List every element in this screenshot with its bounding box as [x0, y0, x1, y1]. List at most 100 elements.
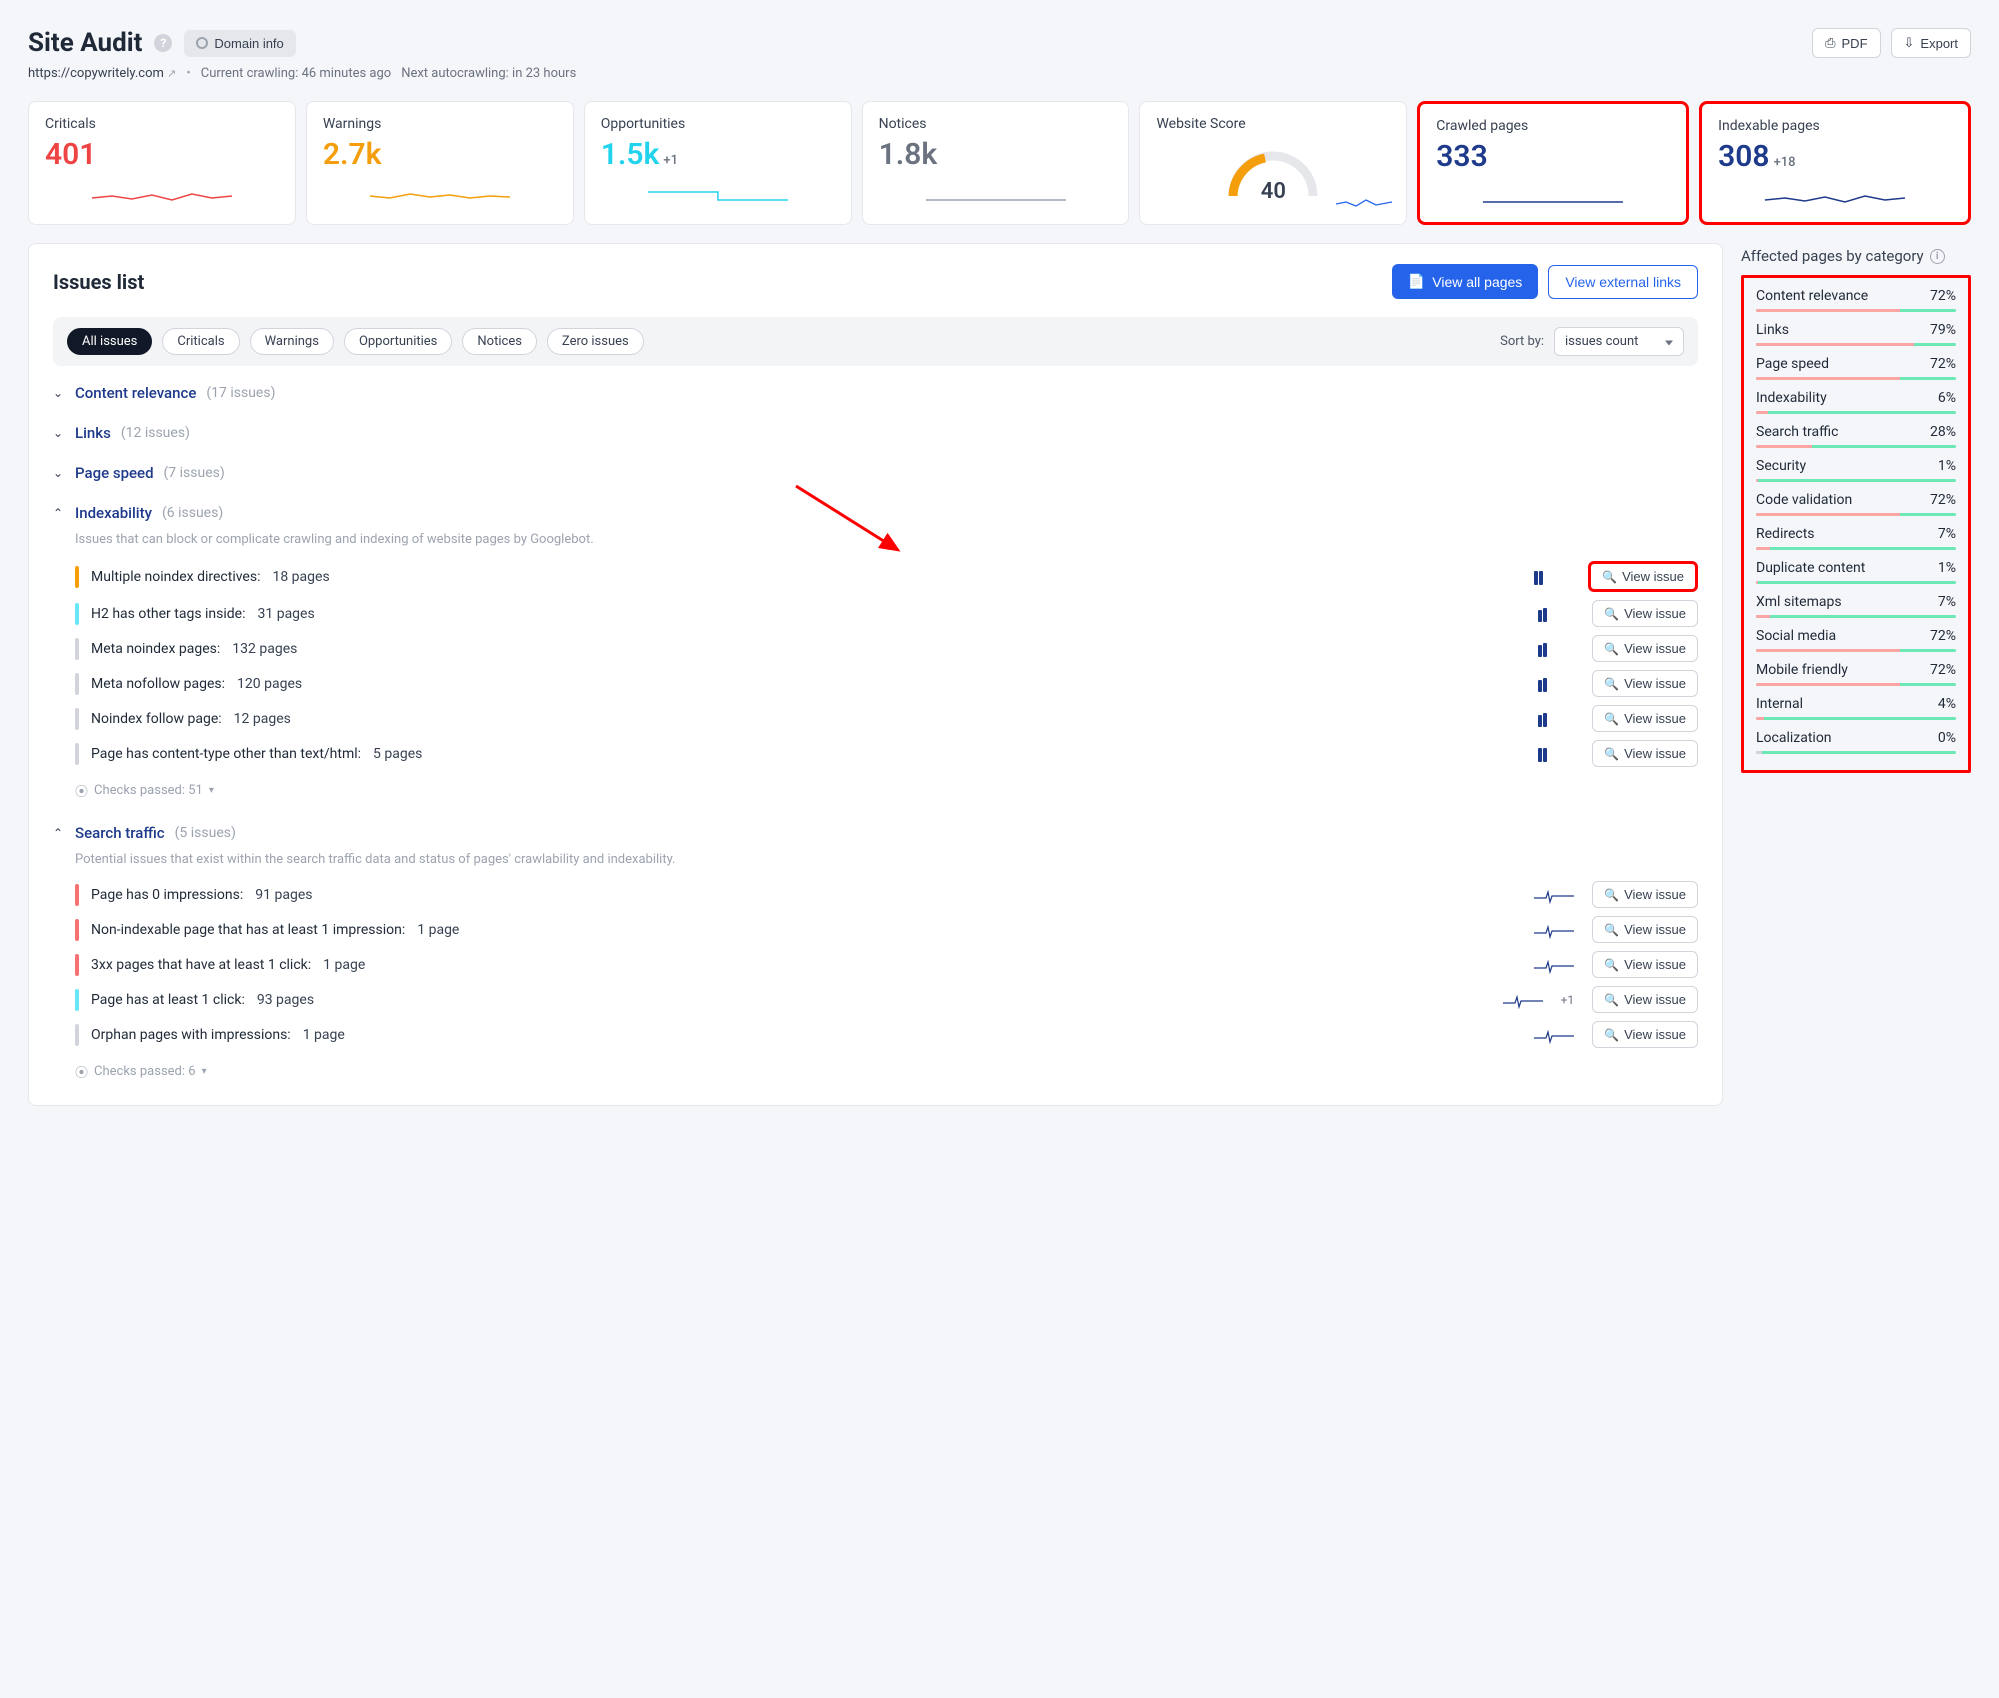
- category-bar: [1756, 581, 1956, 584]
- search-icon: 🔍: [1604, 923, 1619, 937]
- filter-zero-issues[interactable]: Zero issues: [547, 328, 644, 355]
- metric-opportunities[interactable]: Opportunities1.5k+1: [584, 101, 852, 225]
- mini-sparkline: [1534, 921, 1574, 939]
- category-bar: [1756, 513, 1956, 516]
- filter-warnings[interactable]: Warnings: [250, 328, 334, 355]
- category-links[interactable]: Links79%: [1756, 322, 1956, 346]
- issue-pages: 1 page: [417, 922, 459, 938]
- filter-criticals[interactable]: Criticals: [162, 328, 239, 355]
- category-percent: 7%: [1938, 526, 1956, 542]
- category-mobile-friendly[interactable]: Mobile friendly72%: [1756, 662, 1956, 686]
- score-sparkline: [1336, 190, 1392, 212]
- category-social-media[interactable]: Social media72%: [1756, 628, 1956, 652]
- search-icon: 🔍: [1602, 570, 1617, 584]
- category-name: Search traffic: [1756, 424, 1838, 440]
- chevron-down-icon: ▾: [202, 1066, 207, 1077]
- category-xml-sitemaps[interactable]: Xml sitemaps7%: [1756, 594, 1956, 618]
- issue-name: Meta noindex pages:: [91, 641, 220, 657]
- pdf-export-button[interactable]: ⎙ PDF: [1812, 28, 1880, 58]
- issue-pages: 1 page: [303, 1027, 345, 1043]
- filter-notices[interactable]: Notices: [462, 328, 537, 355]
- view-issue-button[interactable]: 🔍 View issue: [1592, 740, 1698, 767]
- search-icon: 🔍: [1604, 888, 1619, 902]
- chevron-icon: ⌃: [53, 826, 65, 840]
- metric-label: Crawled pages: [1436, 118, 1670, 134]
- view-issue-button[interactable]: 🔍 View issue: [1592, 705, 1698, 732]
- severity-indicator: [75, 954, 79, 976]
- category-bar: [1756, 411, 1956, 414]
- checks-passed[interactable]: ⦿ Checks passed: 6 ▾: [29, 1052, 1722, 1087]
- metric-label: Warnings: [323, 116, 557, 132]
- check-icon: ⦿: [75, 781, 88, 800]
- metric-label: Criticals: [45, 116, 279, 132]
- metric-indexable[interactable]: Indexable pages308+18: [1699, 101, 1971, 225]
- category-name: Internal: [1756, 696, 1803, 712]
- mini-bar-chart: [1538, 711, 1572, 727]
- section-search-traffic[interactable]: ⌃ Search traffic (5 issues): [29, 806, 1722, 846]
- category-duplicate-content[interactable]: Duplicate content1%: [1756, 560, 1956, 584]
- category-percent: 4%: [1938, 696, 1956, 712]
- category-internal[interactable]: Internal 4%: [1756, 696, 1956, 720]
- filter-all-issues[interactable]: All issues: [67, 328, 152, 355]
- section-count: (5 issues): [175, 825, 236, 841]
- view-issue-button[interactable]: 🔍 View issue: [1592, 881, 1698, 908]
- category-code-validation[interactable]: Code validation72%: [1756, 492, 1956, 516]
- domain-info-button[interactable]: Domain info: [184, 30, 295, 57]
- metric-warnings[interactable]: Warnings2.7k: [306, 101, 574, 225]
- chevron-icon: ⌄: [53, 426, 65, 440]
- export-button[interactable]: ⇩ Export: [1891, 28, 1971, 58]
- checks-passed[interactable]: ⦿ Checks passed: 51 ▾: [29, 771, 1722, 806]
- issue-pages: 5 pages: [373, 746, 422, 762]
- issue-row: Page has at least 1 click: 93 pages +1 🔍…: [29, 982, 1722, 1017]
- sort-select[interactable]: issues count: [1554, 327, 1684, 356]
- category-search-traffic[interactable]: Search traffic 28%: [1756, 424, 1956, 448]
- category-redirects[interactable]: Redirects7%: [1756, 526, 1956, 550]
- issue-name: Page has 0 impressions:: [91, 887, 243, 903]
- severity-indicator: [75, 989, 79, 1011]
- category-indexability[interactable]: Indexability6%: [1756, 390, 1956, 414]
- chevron-icon: ⌄: [53, 466, 65, 480]
- metric-label: Indexable pages: [1718, 118, 1952, 134]
- category-security[interactable]: Security1%: [1756, 458, 1956, 482]
- section-indexability[interactable]: ⌃ Indexability (6 issues): [29, 486, 1722, 526]
- view-issue-button[interactable]: 🔍 View issue: [1592, 986, 1698, 1013]
- view-issue-button[interactable]: 🔍 View issue: [1592, 670, 1698, 697]
- issue-pages: 91 pages: [255, 887, 312, 903]
- issue-row: Page has 0 impressions: 91 pages 🔍 View …: [29, 877, 1722, 912]
- category-localization[interactable]: Localization0%: [1756, 730, 1956, 754]
- category-percent: 1%: [1938, 458, 1956, 474]
- issue-row: H2 has other tags inside: 31 pages 🔍 Vie…: [29, 596, 1722, 631]
- metric-value: 401: [45, 137, 96, 172]
- metric-website_score[interactable]: Website Score 40: [1139, 101, 1407, 225]
- metric-criticals[interactable]: Criticals 401: [28, 101, 296, 225]
- site-url-link[interactable]: https://copywritely.com ↗: [28, 66, 176, 81]
- section-links[interactable]: ⌄ Links (12 issues): [29, 406, 1722, 446]
- section-content-relevance[interactable]: ⌄ Content relevance (17 issues): [29, 366, 1722, 406]
- check-icon: ⦿: [75, 1062, 88, 1081]
- view-issue-button[interactable]: 🔍 View issue: [1592, 951, 1698, 978]
- view-external-links-button[interactable]: View external links: [1548, 265, 1698, 299]
- issue-name: Meta nofollow pages:: [91, 676, 225, 692]
- category-name: Mobile friendly: [1756, 662, 1848, 678]
- view-all-pages-button[interactable]: 📄 View all pages: [1392, 264, 1538, 299]
- mini-sparkline: [1503, 991, 1543, 1009]
- view-issue-button[interactable]: 🔍 View issue: [1592, 916, 1698, 943]
- search-icon: 🔍: [1604, 958, 1619, 972]
- category-page-speed[interactable]: Page speed72%: [1756, 356, 1956, 380]
- category-percent: 28%: [1930, 424, 1956, 440]
- view-issue-button[interactable]: 🔍 View issue: [1592, 600, 1698, 627]
- info-icon[interactable]: i: [1930, 249, 1945, 264]
- view-issue-button[interactable]: 🔍 View issue: [1592, 635, 1698, 662]
- help-icon[interactable]: ?: [154, 34, 172, 52]
- metric-notices[interactable]: Notices1.8k: [862, 101, 1130, 225]
- view-issue-button[interactable]: 🔍 View issue: [1588, 561, 1698, 592]
- search-icon: 🔍: [1604, 677, 1619, 691]
- category-content-relevance[interactable]: Content relevance72%: [1756, 288, 1956, 312]
- view-issue-button[interactable]: 🔍 View issue: [1592, 1021, 1698, 1048]
- metric-crawled[interactable]: Crawled pages333: [1417, 101, 1689, 225]
- section-name: Search traffic: [75, 824, 165, 842]
- filter-opportunities[interactable]: Opportunities: [344, 328, 452, 355]
- mini-bar-chart: [1538, 641, 1572, 657]
- category-name: Indexability: [1756, 390, 1827, 406]
- section-page-speed[interactable]: ⌄ Page speed (7 issues): [29, 446, 1722, 486]
